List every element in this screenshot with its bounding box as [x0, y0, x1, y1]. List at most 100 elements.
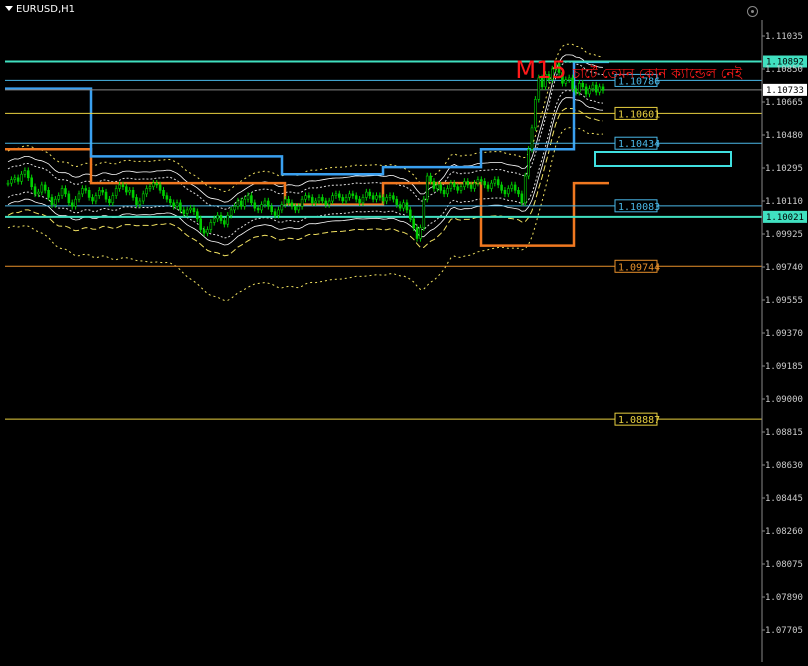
clock-icon[interactable]	[747, 6, 758, 17]
level-label: 1.10434	[618, 139, 660, 150]
candle-body	[243, 198, 246, 207]
candle-body	[452, 182, 456, 188]
candle-body	[496, 179, 500, 186]
axis-tick-label: 1.08630	[765, 461, 803, 471]
candle-body	[348, 193, 351, 198]
chart-window[interactable]: 1.113351.108921.107861.106011.104341.100…	[0, 0, 808, 662]
candle-body	[87, 189, 91, 198]
candle-body	[361, 197, 365, 204]
axis-tick-label: 1.09740	[765, 263, 803, 273]
axis-tick-label: 1.10480	[765, 131, 803, 141]
level-label: 1.10083	[618, 202, 660, 213]
axis-tick-label: 1.09000	[765, 395, 803, 405]
candle-body	[236, 200, 240, 207]
candle-body	[60, 188, 64, 196]
axis-tick-label: 1.10850	[765, 65, 803, 75]
candle-body	[263, 200, 267, 205]
candle-body	[179, 202, 182, 211]
candle-body	[338, 193, 341, 198]
candle-body	[33, 186, 37, 195]
candle-body	[108, 198, 111, 204]
candle-body	[277, 209, 280, 216]
candle-body	[317, 197, 321, 202]
candle-body	[466, 181, 470, 186]
axis-tick-label: 1.09370	[765, 329, 803, 339]
candle-body	[121, 184, 125, 188]
band-upper-inner	[7, 61, 604, 210]
candle-body	[206, 229, 209, 234]
level-label: 1.09744	[618, 262, 660, 273]
candle-body	[165, 195, 169, 200]
candle-body	[483, 181, 486, 186]
candle-body	[331, 195, 334, 202]
level-label: 1.08887	[618, 415, 660, 426]
candle-body	[131, 189, 135, 198]
envelope-bands	[7, 43, 604, 302]
candle-body	[223, 220, 226, 225]
candle-body	[6, 182, 10, 185]
candle-body	[280, 204, 284, 211]
axis-tick-label: 1.11035	[765, 32, 803, 42]
candle-body	[125, 186, 128, 193]
candle-body	[104, 191, 108, 200]
candle-body	[419, 227, 422, 239]
highlight-box[interactable]	[594, 151, 732, 167]
candle-body	[50, 197, 54, 205]
price-chart[interactable]: 1.113351.108921.107861.106011.104341.100…	[0, 0, 808, 662]
candle-body	[300, 198, 304, 207]
candle-body	[375, 195, 378, 200]
candle-body	[574, 88, 578, 93]
axis-tick-label: 1.10665	[765, 98, 803, 108]
candle-body	[91, 197, 94, 202]
candle-body	[13, 177, 17, 180]
candle-body	[530, 127, 534, 150]
candle-body	[162, 189, 165, 196]
axis-tick-label: 1.07890	[765, 593, 803, 603]
candle-body	[287, 198, 290, 204]
band-upper-outer	[7, 54, 604, 203]
candle-body	[101, 189, 104, 193]
axis-tick-label: 1.09555	[765, 296, 803, 306]
candle-body	[239, 200, 243, 207]
candle-body	[77, 193, 81, 200]
level-label: 1.10601	[618, 109, 660, 120]
axis-tick-label: 1.09185	[765, 362, 803, 372]
candle-body	[253, 202, 257, 209]
candle-body	[97, 189, 101, 196]
candle-body	[341, 197, 344, 202]
candle-body	[145, 188, 148, 195]
candle-body	[507, 188, 510, 195]
candle-body	[534, 99, 537, 129]
candle-body	[517, 189, 520, 195]
candle-body	[473, 182, 476, 189]
candle-body	[199, 218, 202, 230]
dropdown-arrow-icon[interactable]	[5, 6, 13, 11]
candle-body	[168, 198, 172, 204]
candle-body	[152, 182, 155, 188]
candle-body	[486, 184, 490, 189]
candle-body	[267, 200, 270, 207]
candle-body	[216, 214, 219, 220]
candle-body	[128, 189, 132, 193]
candle-body	[219, 214, 223, 221]
current-price-label: 1.10733	[766, 86, 804, 96]
axis-tick-label: 1.07705	[765, 626, 803, 636]
candle-body	[598, 86, 601, 93]
candle-body	[479, 179, 483, 182]
candle-body	[10, 179, 13, 184]
candle-body	[40, 184, 44, 193]
candle-body	[456, 186, 459, 191]
band-lower-inner	[7, 90, 604, 239]
candle-body	[490, 182, 493, 189]
candle-body	[209, 222, 213, 230]
candle-body	[513, 184, 517, 191]
candles	[6, 60, 605, 242]
candle-body	[111, 195, 115, 204]
candle-body	[405, 202, 409, 211]
candle-body	[290, 202, 294, 207]
candle-body	[148, 186, 152, 189]
candle-body	[425, 175, 429, 200]
candle-body	[246, 195, 250, 200]
candle-body	[189, 207, 192, 211]
candle-body	[358, 198, 361, 204]
